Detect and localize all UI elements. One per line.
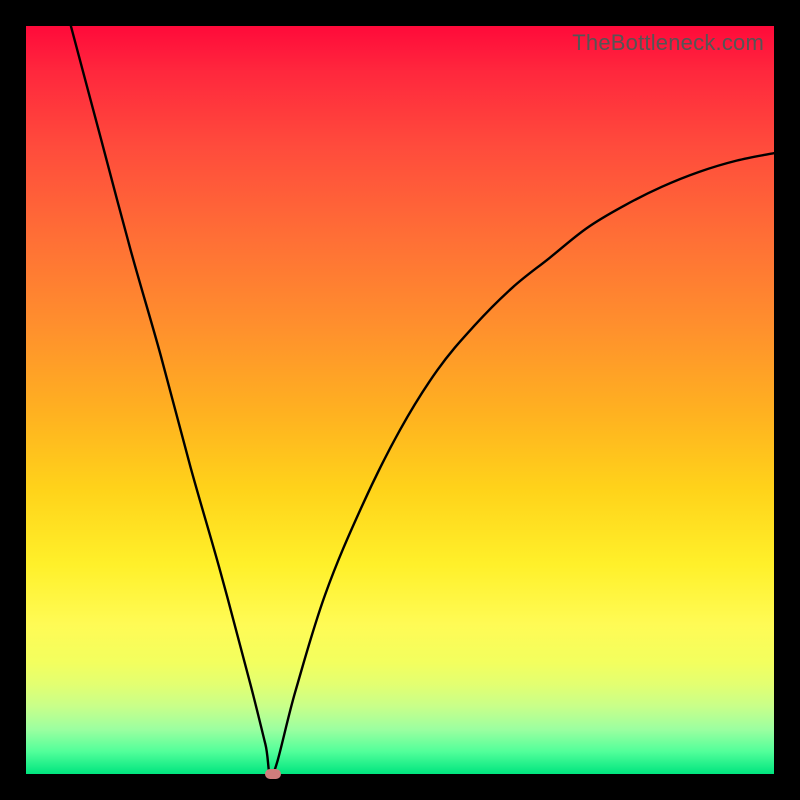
curve-path [71,26,774,774]
chart-frame: TheBottleneck.com [0,0,800,800]
minimum-marker [265,769,281,779]
plot-area: TheBottleneck.com [26,26,774,774]
bottleneck-curve [26,26,774,774]
